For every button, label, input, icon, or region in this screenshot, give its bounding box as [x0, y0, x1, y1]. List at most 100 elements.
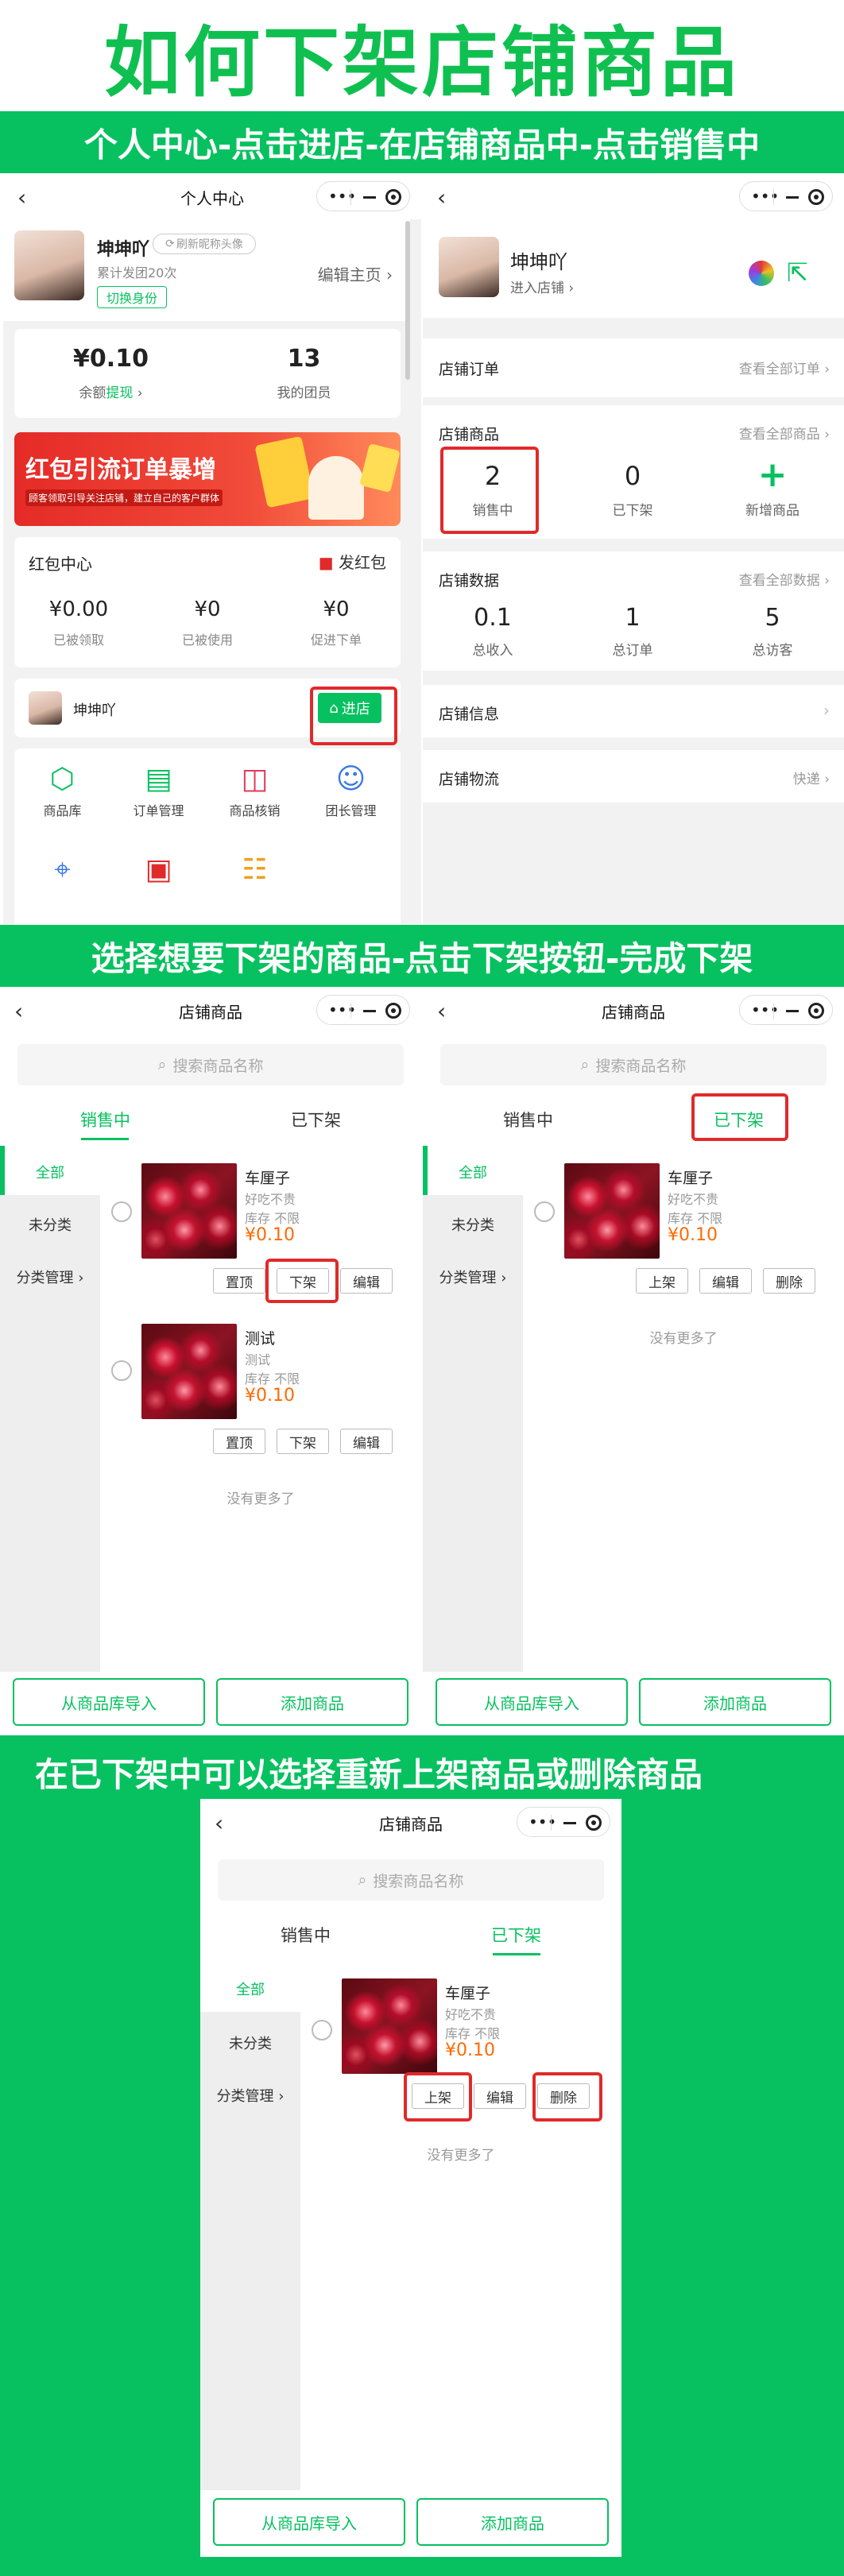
close-icon[interactable] — [586, 1815, 602, 1831]
highlight-box — [404, 2072, 472, 2122]
category-uncategorized[interactable]: 未分类 — [423, 1214, 523, 1235]
grid-item-order-management[interactable]: ▤ 订单管理 — [110, 763, 207, 819]
refresh-avatar-button[interactable]: ⟳ 刷新昵称头像 — [153, 234, 256, 254]
group-icon[interactable]: ☷ — [207, 853, 303, 886]
minimize-icon[interactable] — [786, 1010, 799, 1012]
product-desc: 好吃不贵 — [245, 1192, 296, 1207]
edit-homepage-link[interactable]: 编辑主页 › — [318, 262, 393, 285]
edit-button[interactable]: 编辑 — [474, 2083, 526, 2109]
product-price: ¥0.10 — [445, 2040, 495, 2060]
more-icon[interactable]: ••• — [751, 187, 779, 206]
import-from-library-button[interactable]: 从商品库导入 — [13, 1678, 205, 1726]
put-on-shelf-button[interactable]: 上架 — [636, 1268, 688, 1294]
select-radio[interactable] — [111, 1360, 132, 1381]
select-radio[interactable] — [534, 1201, 555, 1222]
select-radio[interactable] — [312, 2020, 332, 2040]
select-radio[interactable] — [111, 1201, 132, 1222]
minimize-icon[interactable] — [563, 1822, 576, 1824]
grid-item-leader-management[interactable]: ☺ 团长管理 — [303, 763, 399, 819]
mini-program-capsule[interactable]: ••• — [316, 181, 410, 211]
import-from-library-button[interactable]: 从商品库导入 — [213, 2498, 405, 2546]
close-icon[interactable] — [808, 1003, 824, 1019]
add-goods-button[interactable]: 添加商品 — [216, 1678, 408, 1726]
tab-on-sale[interactable]: 销售中 — [0, 1108, 211, 1131]
take-off-shelf-button[interactable]: 下架 — [277, 1429, 329, 1454]
share-icon[interactable]: ⇱ — [787, 257, 808, 288]
scrollbar[interactable] — [405, 221, 410, 380]
pin-top-button[interactable]: 置顶 — [213, 1429, 265, 1454]
category-manage[interactable]: 分类管理 › — [423, 1267, 523, 1287]
minimize-icon[interactable] — [363, 196, 376, 199]
edit-button[interactable]: 编辑 — [699, 1268, 752, 1294]
category-manage[interactable]: 分类管理 › — [0, 1267, 100, 1287]
product-image[interactable] — [342, 1978, 437, 2074]
send-redpack-button[interactable]: ■ 发红包 — [319, 550, 386, 573]
avatar[interactable] — [14, 230, 84, 300]
category-uncategorized[interactable]: 未分类 — [200, 2033, 300, 2053]
grid-item-verification[interactable]: ◫ 商品核销 — [207, 763, 303, 819]
category-all[interactable]: 全部 — [423, 1146, 523, 1195]
add-goods-button[interactable]: 添加商品 — [416, 2498, 609, 2546]
add-goods-label[interactable]: 新增商品 — [703, 499, 842, 519]
close-icon[interactable] — [385, 189, 401, 205]
category-all[interactable]: 全部 — [200, 1963, 300, 2012]
shop-info-row[interactable]: 店铺信息 › — [423, 685, 844, 737]
color-wheel-icon[interactable] — [749, 261, 774, 286]
import-from-library-button[interactable]: 从商品库导入 — [436, 1678, 628, 1726]
tab-on-sale[interactable]: 销售中 — [423, 1108, 633, 1131]
tab-off-shelf[interactable]: 已下架 — [411, 1923, 621, 1947]
view-all-orders-link[interactable]: 查看全部订单 › — [739, 358, 830, 377]
shop-orders-row[interactable]: 店铺订单 查看全部订单 › — [423, 338, 844, 397]
id-card-icon[interactable]: ▣ — [110, 853, 207, 886]
edit-button[interactable]: 编辑 — [340, 1429, 393, 1454]
stat-value: ¥0 — [194, 598, 221, 621]
minimize-icon[interactable] — [786, 196, 799, 199]
add-goods-icon[interactable]: + — [703, 454, 842, 495]
mini-program-capsule[interactable]: ••• — [517, 1807, 610, 1837]
nav-bar: ‹ 店铺商品 ••• — [200, 1799, 621, 1845]
more-icon[interactable]: ••• — [751, 1000, 779, 1019]
more-icon[interactable]: ••• — [328, 1000, 356, 1019]
product-image[interactable] — [141, 1163, 237, 1259]
back-icon[interactable]: ‹ — [437, 184, 446, 211]
location-icon[interactable]: ⌖ — [14, 853, 110, 887]
more-icon[interactable]: ••• — [328, 187, 356, 206]
tab-off-shelf[interactable]: 已下架 — [211, 1108, 421, 1131]
add-goods-button[interactable]: 添加商品 — [639, 1678, 831, 1726]
category-all[interactable]: 全部 — [0, 1146, 100, 1195]
pin-top-button[interactable]: 置顶 — [213, 1268, 265, 1294]
product-image[interactable] — [141, 1324, 237, 1419]
close-icon[interactable] — [808, 189, 824, 205]
more-icon[interactable]: ••• — [528, 1812, 556, 1831]
tab-on-sale[interactable]: 销售中 — [200, 1923, 411, 1947]
redpack-ad-banner[interactable]: 红包引流订单暴增 顾客领取引导关注店铺，建立自己的客户群体 — [14, 432, 401, 526]
shop-logistics-row[interactable]: 店铺物流 快递 › — [423, 750, 844, 803]
close-icon[interactable] — [385, 1003, 401, 1019]
product-image[interactable] — [564, 1163, 660, 1259]
category-uncategorized[interactable]: 未分类 — [0, 1214, 100, 1235]
withdraw-link[interactable]: 提现 — [106, 385, 133, 401]
enter-shop-link[interactable]: 进入店铺 › — [510, 277, 574, 296]
view-all-data-link[interactable]: 查看全部数据 › — [739, 569, 830, 589]
ad-subtitle: 顾客领取引导关注店铺，建立自己的客户群体 — [25, 489, 223, 506]
logistics-title: 店铺物流 — [439, 771, 500, 788]
mini-program-capsule[interactable]: ••• — [316, 995, 410, 1025]
tools-grid-card: ⬡ 商品库 ▤ 订单管理 ◫ 商品核销 ☺ 团长管理 ⌖ ▣ ☷ — [14, 748, 401, 925]
mini-program-capsule[interactable]: ••• — [739, 181, 833, 211]
switch-identity-button[interactable]: 切换身份 — [97, 286, 167, 308]
members-value[interactable]: 13 — [207, 345, 401, 373]
search-input[interactable]: ⌕ 搜索商品名称 — [218, 1859, 604, 1901]
edit-button[interactable]: 编辑 — [340, 1268, 393, 1294]
mini-program-capsule[interactable]: ••• — [739, 995, 833, 1025]
search-input[interactable]: ⌕ 搜索商品名称 — [17, 1044, 404, 1085]
data-label: 总订单 — [612, 643, 653, 659]
view-all-goods-link[interactable]: 查看全部商品 › — [739, 423, 830, 443]
grid-item-goods-library[interactable]: ⬡ 商品库 — [14, 763, 110, 819]
delete-button[interactable]: 删除 — [763, 1268, 815, 1294]
search-input[interactable]: ⌕ 搜索商品名称 — [440, 1044, 827, 1085]
off-shelf-label[interactable]: 已下架 — [563, 499, 703, 519]
category-manage[interactable]: 分类管理 › — [200, 2085, 300, 2106]
off-shelf-count[interactable]: 0 — [563, 461, 703, 491]
minimize-icon[interactable] — [363, 1010, 376, 1012]
product-name: 车厘子 — [245, 1170, 291, 1187]
